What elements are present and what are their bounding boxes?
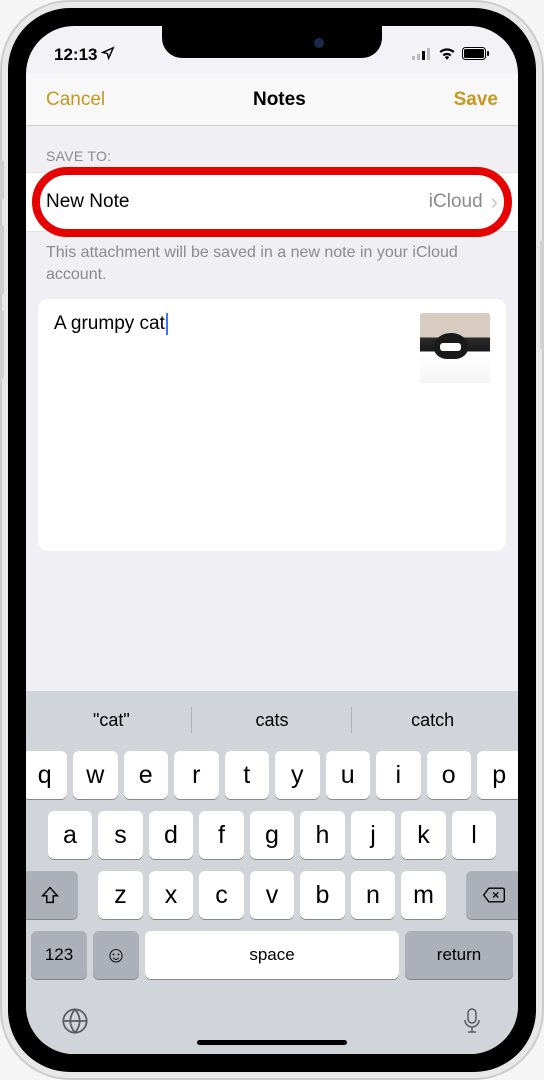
- suggestion-3[interactable]: catch: [352, 697, 513, 743]
- note-text-input[interactable]: A grumpy cat: [54, 313, 168, 335]
- key-n[interactable]: n: [351, 871, 396, 919]
- key-i[interactable]: i: [376, 751, 421, 799]
- key-d[interactable]: d: [149, 811, 194, 859]
- cancel-button[interactable]: Cancel: [46, 89, 105, 111]
- key-e[interactable]: e: [124, 751, 169, 799]
- note-editor[interactable]: A grumpy cat: [38, 299, 506, 551]
- space-key[interactable]: space: [145, 931, 399, 979]
- key-w[interactable]: w: [73, 751, 118, 799]
- delete-key[interactable]: [466, 871, 518, 919]
- key-q[interactable]: q: [26, 751, 67, 799]
- key-b[interactable]: b: [300, 871, 345, 919]
- key-x[interactable]: x: [149, 871, 194, 919]
- key-j[interactable]: j: [351, 811, 396, 859]
- key-l[interactable]: l: [452, 811, 497, 859]
- numbers-key[interactable]: 123: [31, 931, 87, 979]
- key-z[interactable]: z: [98, 871, 143, 919]
- keyboard: "cat" cats catch q w e r t y u i o p: [26, 691, 518, 1054]
- phone-frame: 12:13 Canc: [0, 0, 544, 1080]
- power-button: [540, 240, 544, 350]
- key-g[interactable]: g: [250, 811, 295, 859]
- cellular-icon: [412, 45, 432, 65]
- suggestion-1[interactable]: "cat": [31, 697, 192, 743]
- return-key[interactable]: return: [405, 931, 513, 979]
- key-k[interactable]: k: [401, 811, 446, 859]
- suggestion-2[interactable]: cats: [192, 697, 353, 743]
- globe-icon[interactable]: [61, 1007, 89, 1042]
- key-y[interactable]: y: [275, 751, 320, 799]
- key-v[interactable]: v: [250, 871, 295, 919]
- location-icon: [101, 45, 115, 65]
- key-row-1: q w e r t y u i o p: [31, 751, 513, 799]
- key-o[interactable]: o: [427, 751, 472, 799]
- key-row-bottom: 123 ☺ space return: [31, 931, 513, 979]
- nav-title: Notes: [253, 89, 306, 111]
- key-row-3: z x c v b n m: [31, 871, 513, 919]
- volume-up: [0, 225, 4, 295]
- emoji-key[interactable]: ☺: [93, 931, 139, 979]
- key-c[interactable]: c: [199, 871, 244, 919]
- attachment-thumbnail[interactable]: [420, 313, 490, 383]
- key-m[interactable]: m: [401, 871, 446, 919]
- save-destination-label: New Note: [46, 191, 129, 213]
- mic-icon[interactable]: [461, 1007, 483, 1042]
- save-to-header: SAVE TO:: [26, 126, 518, 172]
- key-u[interactable]: u: [326, 751, 371, 799]
- key-f[interactable]: f: [199, 811, 244, 859]
- key-r[interactable]: r: [174, 751, 219, 799]
- text-cursor: [166, 313, 168, 335]
- clock: 12:13: [54, 45, 97, 65]
- wifi-icon: [438, 45, 456, 65]
- key-t[interactable]: t: [225, 751, 270, 799]
- battery-icon: [462, 45, 490, 65]
- shift-key[interactable]: [26, 871, 78, 919]
- mute-switch: [0, 160, 4, 200]
- key-a[interactable]: a: [48, 811, 93, 859]
- save-destination-row[interactable]: New Note iCloud ›: [26, 172, 518, 232]
- suggestion-bar: "cat" cats catch: [31, 697, 513, 743]
- home-indicator[interactable]: [197, 1040, 347, 1045]
- keyboard-footer: [31, 991, 513, 1046]
- save-button[interactable]: Save: [454, 89, 498, 111]
- key-s[interactable]: s: [98, 811, 143, 859]
- chevron-right-icon: ›: [491, 189, 498, 215]
- notch: [162, 26, 382, 58]
- content: SAVE TO: New Note iCloud › This attachme…: [26, 126, 518, 691]
- key-p[interactable]: p: [477, 751, 518, 799]
- save-to-help: This attachment will be saved in a new n…: [26, 232, 518, 299]
- volume-down: [0, 310, 4, 380]
- key-row-2: a s d f g h j k l: [31, 811, 513, 859]
- nav-bar: Cancel Notes Save: [26, 74, 518, 126]
- key-h[interactable]: h: [300, 811, 345, 859]
- save-destination-value: iCloud: [429, 191, 483, 213]
